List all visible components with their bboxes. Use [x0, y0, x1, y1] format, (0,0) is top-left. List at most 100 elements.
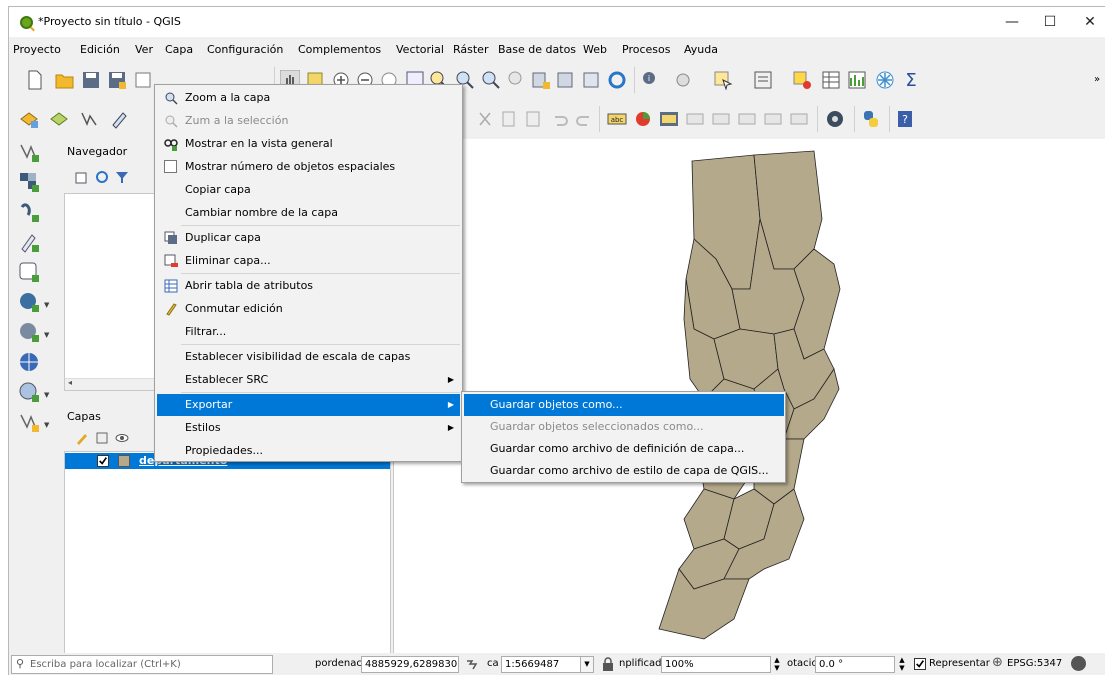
undo-icon[interactable] — [549, 109, 569, 129]
scale-field[interactable]: 1:5669487 — [501, 656, 582, 673]
identify-icon[interactable]: i — [641, 70, 661, 90]
highlight-label-icon[interactable] — [659, 109, 679, 129]
menu-item-filter[interactable]: Filtrar... — [157, 321, 460, 343]
add-mesh-layer-icon[interactable] — [18, 201, 40, 223]
zoom-next-icon[interactable] — [507, 70, 527, 90]
lock-scale-icon[interactable] — [602, 657, 614, 671]
menu-item-duplicate-layer[interactable]: Duplicar capa — [157, 227, 460, 249]
menu-base-de-datos[interactable]: Base de datos — [498, 43, 576, 56]
cut-icon[interactable] — [475, 109, 495, 129]
menu-item-set-crs[interactable]: Establecer SRC ▶ — [157, 369, 460, 391]
refresh-browser-icon[interactable] — [95, 170, 109, 184]
submenu-item-save-features-as[interactable]: Guardar objetos como... — [464, 394, 784, 416]
toolbar-overflow-icon[interactable]: » — [1094, 74, 1100, 85]
copy-icon[interactable] — [499, 109, 519, 129]
menu-complementos[interactable]: Complementos — [298, 43, 381, 56]
field-calculator-icon[interactable] — [875, 70, 895, 90]
new-print-layout-icon[interactable] — [133, 70, 153, 90]
crs-globe-icon[interactable]: ⊕ — [992, 655, 1003, 670]
paste-icon[interactable] — [523, 109, 543, 129]
new-layer-icon[interactable] — [18, 411, 40, 433]
add-selected-layers-icon[interactable] — [75, 170, 89, 184]
bookmark-icon[interactable] — [581, 70, 601, 90]
rotation-spin-icon[interactable]: ▲ ▼ — [896, 656, 908, 673]
redo-icon[interactable] — [575, 109, 595, 129]
menu-item-styles[interactable]: Estilos ▶ — [157, 417, 460, 439]
add-wcs-icon[interactable] — [18, 381, 40, 403]
menu-web[interactable]: Web — [583, 43, 607, 56]
add-delimited-text-icon[interactable] — [18, 231, 40, 253]
menu-proyecto[interactable]: Proyecto — [13, 43, 61, 56]
new-layer-dropdown-icon[interactable]: ▼ — [44, 421, 49, 429]
messages-icon[interactable] — [1071, 656, 1086, 671]
magnifier-field[interactable]: 100% — [661, 656, 771, 673]
add-vector-layer-icon[interactable] — [18, 141, 40, 163]
menu-item-toggle-editing[interactable]: Conmutar edición — [157, 298, 460, 320]
add-group-icon[interactable] — [95, 431, 109, 445]
add-geopackage-icon[interactable] — [18, 261, 40, 283]
menu-ver[interactable]: Ver — [135, 43, 153, 56]
menu-item-zoom-to-selection[interactable]: Zum a la selección — [157, 110, 460, 132]
magnifier-spin-icon[interactable]: ▲ ▼ — [771, 656, 783, 673]
crs-label[interactable]: EPSG:5347 — [1007, 658, 1062, 669]
visibility-icon[interactable] — [115, 431, 129, 445]
locator-search-input[interactable]: ⚲ Escriba para localizar (Ctrl+K) — [11, 655, 273, 674]
rotation-field[interactable]: 0.0 ° — [815, 656, 895, 673]
render-checkbox[interactable] — [914, 658, 926, 670]
menu-edicion[interactable]: Edición — [80, 43, 120, 56]
scale-dropdown-icon[interactable]: ▼ — [580, 656, 594, 673]
select-by-value-icon[interactable] — [753, 70, 773, 90]
menu-item-set-scale-visibility[interactable]: Establecer visibilidad de escala de capa… — [157, 346, 460, 368]
feature-count-checkbox[interactable] — [164, 160, 177, 173]
new-project-icon[interactable] — [25, 70, 45, 90]
layer-tree[interactable]: departamento — [64, 451, 391, 661]
save-project-icon[interactable] — [81, 70, 101, 90]
add-postgis-icon[interactable] — [18, 291, 40, 313]
menu-item-remove-layer[interactable]: Eliminar capa... — [157, 250, 460, 272]
digitize-icon[interactable] — [79, 109, 99, 129]
python-console-icon[interactable] — [861, 109, 881, 129]
processing-toolbox-icon[interactable] — [825, 109, 845, 129]
toggle-editing-icon[interactable] — [109, 109, 129, 129]
filter-browser-icon[interactable] — [115, 170, 129, 184]
menu-capa[interactable]: Capa — [165, 43, 193, 56]
layer-manager-icon[interactable] — [19, 109, 39, 129]
menu-configuracion[interactable]: Configuración — [207, 43, 283, 56]
menu-item-copy-layer[interactable]: Copiar capa — [157, 179, 460, 201]
menu-ayuda[interactable]: Ayuda — [684, 43, 718, 56]
show-hide-label-icon[interactable] — [711, 109, 731, 129]
refresh-icon[interactable] — [607, 70, 627, 90]
style-manager-icon[interactable] — [75, 431, 89, 445]
diagram-icon[interactable] — [633, 109, 653, 129]
menu-vectorial[interactable]: Vectorial — [396, 43, 444, 56]
pin-label-icon[interactable] — [685, 109, 705, 129]
save-as-icon[interactable] — [107, 70, 127, 90]
help-icon[interactable]: ? — [895, 109, 915, 129]
action-icon[interactable] — [673, 70, 693, 90]
submenu-item-save-as-qgis-style[interactable]: Guardar como archivo de estilo de capa d… — [464, 460, 784, 482]
menu-raster[interactable]: Ráster — [453, 43, 488, 56]
submenu-item-save-as-layer-definition[interactable]: Guardar como archivo de definición de ca… — [464, 438, 784, 460]
wcs-dropdown-icon[interactable]: ▼ — [44, 391, 49, 399]
menu-item-open-attribute-table[interactable]: Abrir tabla de atributos — [157, 275, 460, 297]
move-label-icon[interactable] — [737, 109, 757, 129]
scroll-left-icon[interactable]: ◂ — [68, 378, 72, 387]
label-toolbar-icon[interactable]: abc — [607, 109, 627, 129]
deselect-icon[interactable] — [792, 70, 812, 90]
rotate-label-icon[interactable] — [763, 109, 783, 129]
layer-visibility-checkbox[interactable] — [97, 455, 109, 467]
menu-item-properties[interactable]: Propiedades... — [157, 440, 460, 462]
open-project-icon[interactable] — [55, 70, 75, 90]
postgis-dropdown-icon[interactable]: ▼ — [44, 301, 49, 309]
toggle-extents-icon[interactable] — [465, 657, 479, 671]
menu-item-rename-layer[interactable]: Cambiar nombre de la capa — [157, 202, 460, 224]
menu-item-zoom-to-layer[interactable]: Zoom a la capa — [157, 87, 460, 109]
menu-item-show-in-overview[interactable]: Mostrar en la vista general — [157, 133, 460, 155]
sum-icon[interactable]: Σ — [901, 70, 921, 90]
statistical-summary-icon[interactable] — [847, 70, 867, 90]
new-3d-view-icon[interactable] — [555, 70, 575, 90]
add-wfs-icon[interactable] — [18, 351, 40, 373]
close-button[interactable]: ✕ — [1067, 7, 1105, 37]
change-label-icon[interactable] — [789, 109, 809, 129]
wms-dropdown-icon[interactable]: ▼ — [44, 331, 49, 339]
